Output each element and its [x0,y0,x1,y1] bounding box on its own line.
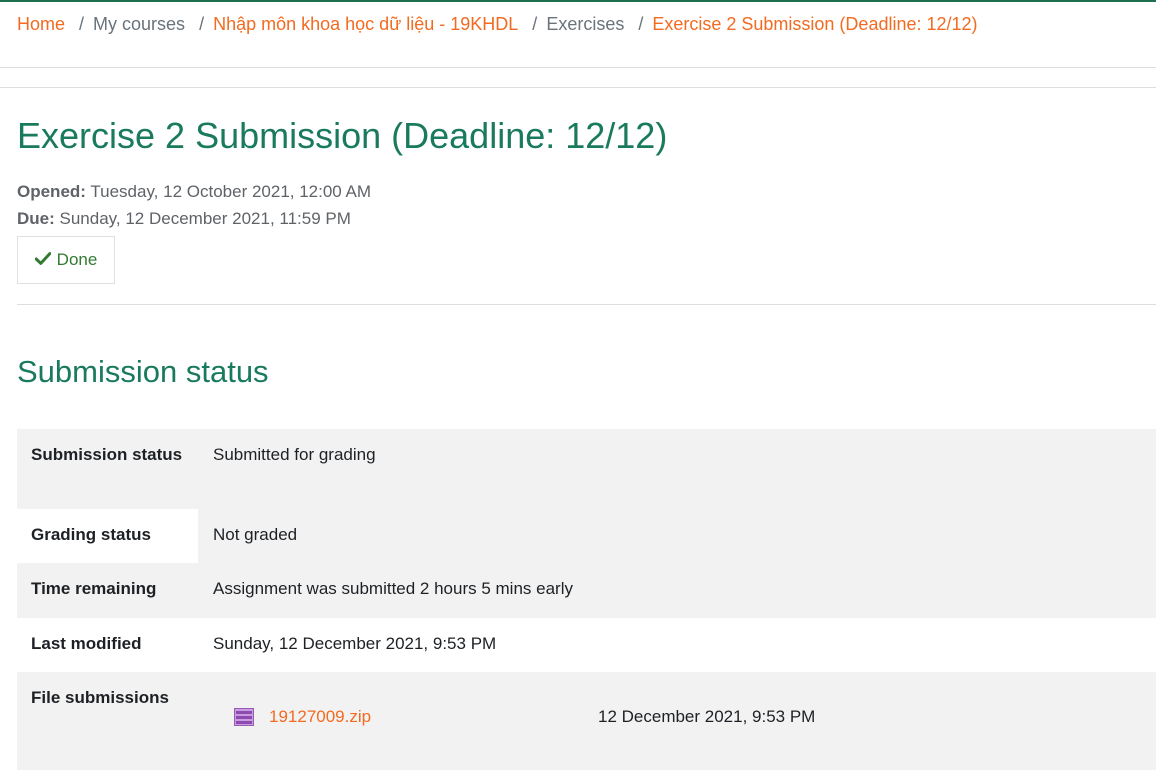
row-label: Submission status [31,445,183,464]
file-date: 12 December 2021, 9:53 PM [598,707,816,726]
breadcrumb-separator: / [199,13,205,34]
row-value: Not graded [198,509,1156,563]
table-row: Submission status Submitted for grading [17,429,1156,509]
due-date: Due: Sunday, 12 December 2021, 11:59 PM [17,205,371,232]
section-title: Submission status [17,354,269,389]
breadcrumb-course[interactable]: Nhập môn khoa học dữ liệu - 19KHDL [213,14,518,35]
file-item: 19127009.zip 12 December 2021, 9:53 PM [234,704,1141,730]
check-icon [34,250,51,270]
breadcrumb-current[interactable]: Exercise 2 Submission (Deadline: 12/12) [652,14,977,35]
due-label: Due: [17,209,55,228]
table-row: File submissions 19127009.zip 12 Decembe… [17,672,1156,770]
activity-dates: Opened: Tuesday, 12 October 2021, 12:00 … [17,178,371,232]
row-label: Last modified [31,634,142,653]
opened-label: Opened: [17,182,86,201]
row-value: Sunday, 12 December 2021, 9:53 PM [213,634,497,653]
breadcrumb-separator: / [79,13,85,34]
opened-value: Tuesday, 12 October 2021, 12:00 AM [90,182,372,201]
row-label: File submissions [31,688,169,707]
page-title: Exercise 2 Submission (Deadline: 12/12) [17,115,668,156]
row-label: Time remaining [31,579,157,598]
breadcrumb-my-courses[interactable]: My courses [93,14,185,35]
breadcrumb-separator: / [638,13,644,34]
submission-status-table: Submission status Submitted for grading … [17,429,1156,770]
file-submissions-cell: 19127009.zip 12 December 2021, 9:53 PM [198,672,1156,770]
opened-date: Opened: Tuesday, 12 October 2021, 12:00 … [17,178,371,205]
table-row: Time remaining Assignment was submitted … [17,563,1156,618]
table-row: Last modified Sunday, 12 December 2021, … [17,618,1156,672]
breadcrumb: Home / My courses / Nhập môn khoa học dữ… [17,12,978,36]
due-value: Sunday, 12 December 2021, 11:59 PM [59,209,351,228]
file-link[interactable]: 19127009.zip [269,704,598,730]
done-label: Done [56,250,98,269]
divider [17,304,1156,305]
row-value: Assignment was submitted 2 hours 5 mins … [213,579,573,598]
breadcrumb-separator: / [532,13,538,34]
top-accent-bar [0,0,1156,2]
divider [0,87,1156,88]
divider [0,67,1156,68]
table-row: Grading status Not graded [17,509,1156,563]
archive-file-icon [234,708,254,726]
breadcrumb-exercises[interactable]: Exercises [546,14,624,35]
completion-done-button[interactable]: Done [17,236,115,284]
row-label: Grading status [31,525,151,544]
row-value: Submitted for grading [213,445,376,464]
breadcrumb-home[interactable]: Home [17,14,65,35]
